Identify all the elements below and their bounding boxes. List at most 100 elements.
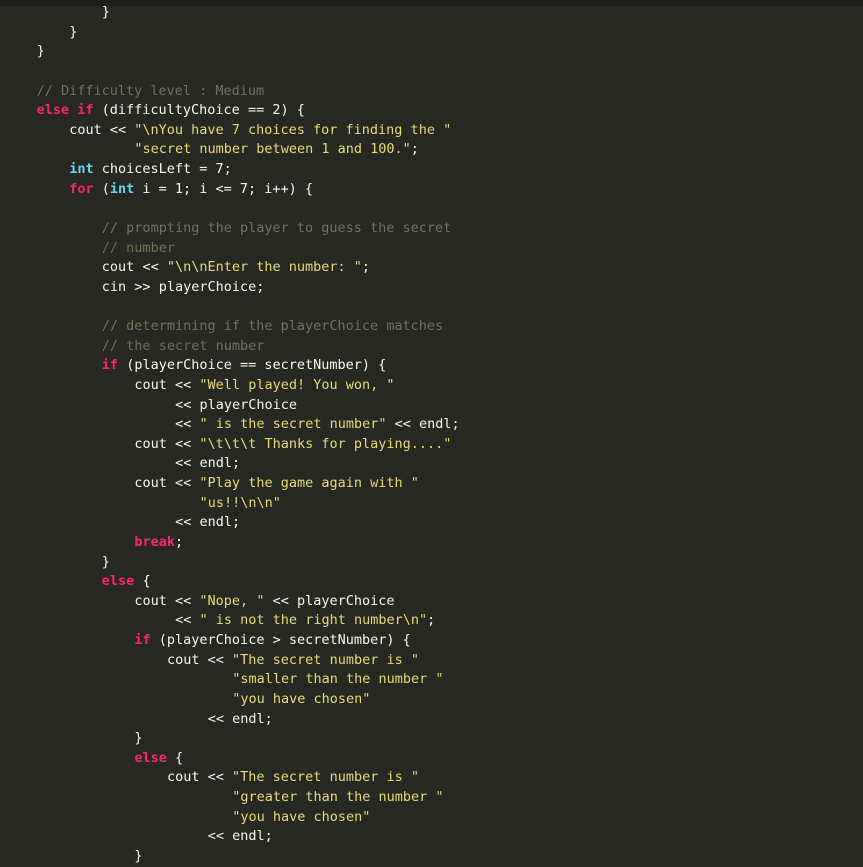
- code-token: i = 1; i <= 7; i++) {: [134, 180, 314, 197]
- code-token: (playerChoice == secretNumber) {: [118, 357, 387, 374]
- code-token: "Play the game again with ": [199, 475, 419, 491]
- code-line: << playerChoice: [0, 396, 863, 416]
- code-token: cout <<: [69, 121, 135, 138]
- code-token: }: [134, 847, 143, 864]
- code-token: (: [93, 180, 110, 197]
- code-token: cout <<: [134, 592, 200, 609]
- code-token: "greater than the number ": [232, 789, 444, 805]
- code-token: cout <<: [134, 475, 200, 491]
- code-line: cin >> playerChoice;: [0, 278, 863, 298]
- code-token: "\nYou have 7 choices for finding the ": [134, 121, 452, 138]
- code-token: {: [166, 749, 184, 766]
- code-token: cout <<: [101, 259, 167, 276]
- code-line: cout << "Well played! You won, ": [0, 376, 863, 396]
- code-token: "\t\t\t Thanks for playing....": [199, 435, 452, 452]
- code-token: (difficultyChoice == 2) {: [93, 102, 305, 119]
- code-token: ;: [410, 141, 419, 158]
- code-line: }: [0, 3, 863, 23]
- code-token: "us!!\n\n": [199, 494, 281, 511]
- code-token: else: [134, 749, 167, 766]
- code-line: break;: [0, 533, 863, 553]
- code-line: }: [0, 729, 863, 749]
- code-token: ;: [361, 259, 371, 276]
- code-line: << endl;: [0, 513, 863, 533]
- code-token: {: [134, 573, 151, 590]
- code-token: << playerChoice: [175, 396, 298, 413]
- code-token: << endl;: [175, 514, 241, 531]
- code-token: "you have chosen": [232, 690, 371, 707]
- code-line: if (playerChoice > secretNumber) {: [0, 631, 863, 651]
- code-line: // number: [0, 239, 863, 259]
- code-token: for: [69, 180, 94, 197]
- code-token: "secret number between 1 and 100.": [134, 141, 411, 158]
- code-token: }: [134, 730, 143, 747]
- code-token: cout <<: [134, 376, 200, 393]
- code-line: "greater than the number ": [0, 788, 863, 808]
- code-token: int: [109, 180, 135, 197]
- code-token: int: [69, 161, 94, 177]
- code-token: <<: [175, 416, 200, 433]
- code-token: break: [134, 533, 176, 550]
- code-line: "us!!\n\n": [0, 494, 863, 514]
- code-line: if (playerChoice == secretNumber) {: [0, 356, 863, 376]
- code-token: if: [134, 632, 151, 648]
- code-token: " is the secret number": [199, 416, 387, 433]
- code-line: int choicesLeft = 7;: [0, 160, 863, 180]
- code-token: if: [101, 357, 119, 374]
- code-line: else {: [0, 749, 863, 769]
- code-token: cout <<: [167, 769, 233, 786]
- code-token: }: [101, 4, 110, 20]
- code-line: for (int i = 1; i <= 7; i++) {: [0, 180, 863, 200]
- code-line: "you have chosen": [0, 808, 863, 828]
- code-token: ;: [175, 533, 184, 550]
- code-token: ;: [427, 612, 436, 629]
- code-line: "you have chosen": [0, 690, 863, 710]
- code-token: // determining if the playerChoice match…: [101, 318, 444, 334]
- code-token: "Well played! You won, ": [199, 376, 395, 393]
- code-line: }: [0, 847, 863, 867]
- code-line: "smaller than the number ": [0, 670, 863, 690]
- code-line: else if (difficultyChoice == 2) {: [0, 101, 863, 121]
- code-token: }: [69, 23, 78, 40]
- code-line: << endl;: [0, 827, 863, 847]
- code-line: }: [0, 23, 863, 43]
- code-token: "you have chosen": [232, 808, 371, 825]
- code-line: // determining if the playerChoice match…: [0, 317, 863, 337]
- code-token: // number: [101, 239, 175, 256]
- code-token: choicesLeft = 7;: [93, 161, 232, 177]
- code-line: else {: [0, 572, 863, 592]
- code-line: cout << "The secret number is ": [0, 651, 863, 671]
- code-token: cout <<: [134, 435, 200, 452]
- code-token: else: [36, 102, 70, 119]
- code-token: " is not the right number\n": [199, 612, 428, 629]
- code-line: cout << "\t\t\t Thanks for playing....": [0, 435, 863, 455]
- code-token: if: [77, 102, 94, 119]
- code-token: else: [101, 573, 135, 590]
- code-line: }: [0, 553, 863, 573]
- code-token: << endl;: [175, 455, 241, 472]
- code-line: << endl;: [0, 454, 863, 474]
- code-token: cout <<: [167, 651, 233, 668]
- code-token: // Difficulty level : Medium: [36, 82, 265, 99]
- code-token: "smaller than the number ": [232, 671, 444, 688]
- code-token: "\n\nEnter the number: ": [166, 259, 362, 276]
- code-line: << endl;: [0, 710, 863, 730]
- code-token: << endl;: [207, 710, 273, 727]
- code-token: }: [36, 43, 45, 60]
- code-line: cout << "Play the game again with ": [0, 474, 863, 494]
- code-token: "Nope, ": [199, 592, 265, 609]
- code-line: "secret number between 1 and 100.";: [0, 140, 863, 160]
- code-line: cout << "\n\nEnter the number: ";: [0, 258, 863, 278]
- code-line: // prompting the player to guess the sec…: [0, 219, 863, 239]
- code-token: "The secret number is ": [232, 651, 419, 668]
- code-line: cout << "Nope, " << playerChoice: [0, 592, 863, 612]
- code-line: }: [0, 42, 863, 62]
- code-editor[interactable]: }}} // Difficulty level : Medium else if (…: [0, 3, 863, 864]
- code-line: // the secret number: [0, 337, 863, 357]
- code-token: cin >> playerChoice;: [101, 278, 265, 295]
- code-line: cout << "\nYou have 7 choices for findin…: [0, 121, 863, 141]
- code-token: "The secret number is ": [232, 769, 419, 786]
